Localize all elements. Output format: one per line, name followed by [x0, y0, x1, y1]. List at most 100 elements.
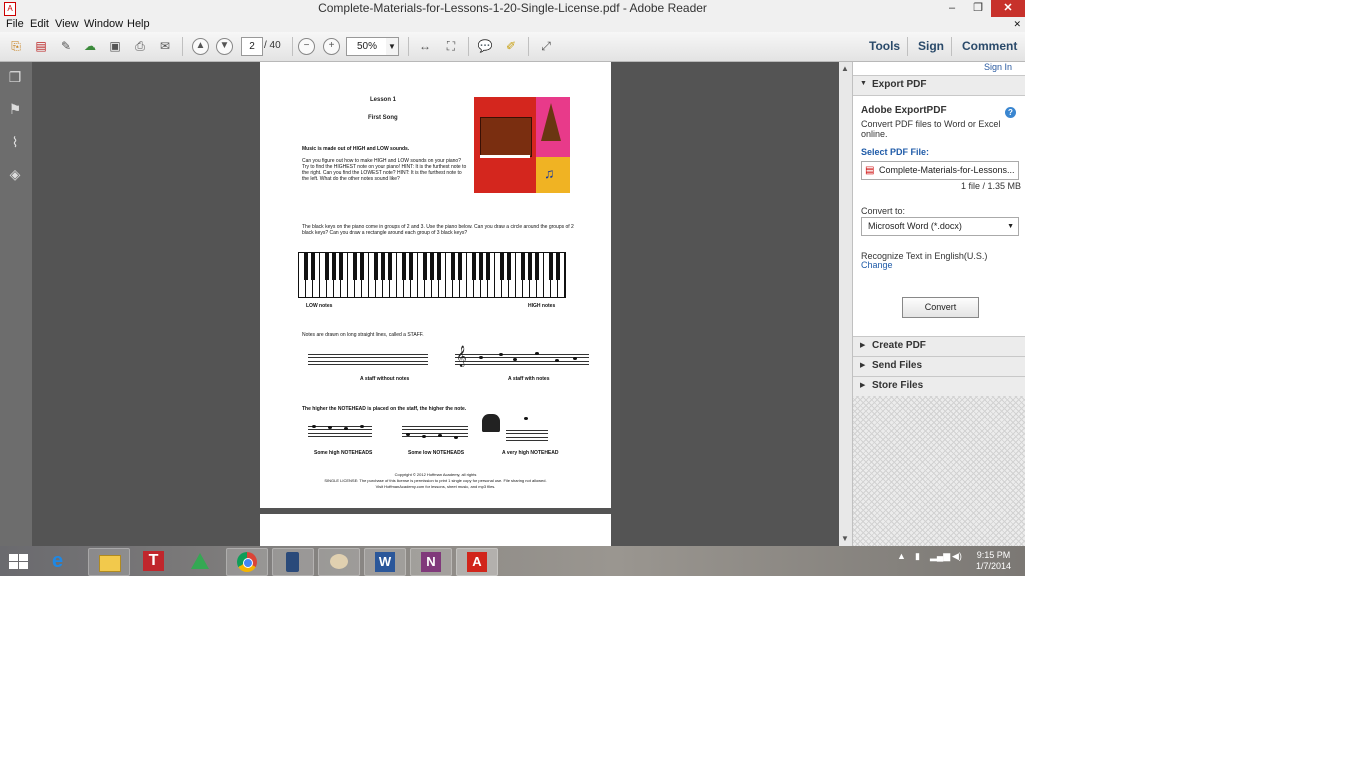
chevron-up-icon[interactable]: ▲	[897, 551, 906, 561]
file-explorer-icon[interactable]	[88, 548, 130, 576]
toolbar: ⎘ ▤ ✎ ☁ ▣ ⎙ ✉ ▲ ▼ 2 / 40 − + 50% ▼ ↔ ⛶ 💬…	[0, 32, 1025, 62]
low-notes-label: LOW notes	[306, 303, 333, 309]
menu-edit[interactable]: Edit	[30, 18, 49, 30]
network-icon[interactable]: ▂▄▆	[930, 551, 950, 562]
edit-icon[interactable]: ✎	[57, 37, 75, 55]
page-current[interactable]: 2	[241, 37, 263, 56]
pdf-page: Lesson 1 First Song ♫ Music is made out …	[260, 62, 611, 508]
toolbar-divider	[468, 37, 469, 56]
selected-file-name: Complete-Materials-for-Lessons...	[879, 165, 1015, 175]
email-icon[interactable]: ✉	[156, 37, 174, 55]
next-page-icon[interactable]: ▼	[216, 38, 233, 55]
song-title: First Song	[368, 115, 398, 121]
page-thumbnails-icon[interactable]: ❐	[6, 68, 24, 86]
send-files-label: Send Files	[872, 360, 923, 371]
menu-help[interactable]: Help	[127, 18, 150, 30]
chevron-down-icon: ▼	[1007, 223, 1014, 230]
very-high-notehead-staff	[506, 417, 548, 441]
start-windows-icon[interactable]	[9, 554, 29, 570]
selected-file-field[interactable]: ▤ Complete-Materials-for-Lessons...	[861, 161, 1019, 180]
open-pdf-icon[interactable]: ▤	[32, 37, 50, 55]
chevron-right-icon: ▶	[860, 382, 866, 389]
onenote-icon[interactable]: N	[410, 548, 452, 576]
zoom-out-icon[interactable]: −	[298, 38, 315, 55]
vertical-scrollbar[interactable]: ▲ ▼	[839, 62, 852, 546]
paint-icon[interactable]	[318, 548, 360, 576]
system-clock[interactable]: 9:15 PM 1/7/2014	[976, 550, 1011, 572]
create-pdf-label: Create PDF	[872, 340, 926, 351]
clock-date: 1/7/2014	[976, 561, 1012, 571]
chrome-icon[interactable]	[226, 548, 268, 576]
layers-icon[interactable]: ◈	[6, 165, 24, 183]
t-app-icon[interactable]: T	[134, 548, 174, 574]
scroll-up-icon[interactable]: ▲	[841, 64, 849, 73]
menu-view[interactable]: View	[55, 18, 79, 30]
internet-explorer-icon[interactable]: e	[42, 548, 82, 574]
store-files-header[interactable]: ▶ Store Files	[853, 376, 1025, 397]
convert-to-select[interactable]: Microsoft Word (*.docx) ▼	[861, 217, 1019, 236]
word-icon[interactable]: W	[364, 548, 406, 576]
restore-button[interactable]: ❐	[965, 0, 991, 17]
piano-keyboard-image	[298, 252, 566, 298]
menu-file[interactable]: File	[6, 18, 24, 30]
tools-tab[interactable]: Tools	[869, 39, 900, 53]
bookmark-icon[interactable]: ⚑	[6, 100, 24, 118]
sign-in-link[interactable]: Sign In	[984, 62, 1012, 72]
toolbar-divider	[951, 37, 952, 56]
notehead-text: The higher the NOTEHEAD is placed on the…	[302, 406, 467, 412]
export-pdf-header[interactable]: ▼ Export PDF	[853, 75, 1025, 96]
pdf-file-icon: ▤	[865, 165, 875, 176]
toolbar-divider	[292, 37, 293, 56]
zoom-level-field[interactable]: 50%	[346, 37, 388, 56]
staff-without-caption: A staff without notes	[360, 376, 410, 382]
high-noteheads-caption: Some high NOTEHEADS	[314, 450, 373, 456]
staff-with-caption: A staff with notes	[508, 376, 550, 382]
print-icon[interactable]: ⎙	[131, 37, 149, 55]
create-icon[interactable]: ⎘	[7, 37, 25, 55]
send-files-header[interactable]: ▶ Send Files	[853, 356, 1025, 377]
chevron-down-icon[interactable]: ▼	[386, 37, 399, 56]
document-view[interactable]: Lesson 1 First Song ♫ Music is made out …	[32, 62, 839, 546]
speaker-icon[interactable]: ◀)	[952, 551, 962, 562]
battery-icon[interactable]: ▮	[915, 551, 920, 562]
create-pdf-header[interactable]: ▶ Create PDF	[853, 336, 1025, 357]
close-button[interactable]: ✕	[991, 0, 1025, 17]
chevron-right-icon: ▶	[860, 342, 866, 349]
highlight-icon[interactable]: ✐	[502, 37, 520, 55]
convert-to-value: Microsoft Word (*.docx)	[868, 221, 962, 231]
low-noteheads-caption: Some low NOTEHEADS	[408, 450, 465, 456]
attachment-icon[interactable]: ⌇	[6, 133, 24, 151]
google-drive-icon[interactable]	[180, 548, 220, 574]
zoom-in-icon[interactable]: +	[323, 38, 340, 55]
save-icon[interactable]: ▣	[106, 37, 124, 55]
store-files-label: Store Files	[872, 380, 924, 391]
adobe-reader-icon[interactable]: A	[456, 548, 498, 576]
staff-with-notes: 𝄞	[455, 347, 589, 365]
fullscreen-icon[interactable]: ⤢	[537, 37, 555, 55]
help-icon[interactable]: ?	[1005, 107, 1016, 118]
comment-tab[interactable]: Comment	[962, 39, 1017, 53]
staff-text: Notes are drawn on long straight lines, …	[302, 332, 424, 338]
minimize-button[interactable]: –	[939, 0, 965, 17]
scroll-down-icon[interactable]: ▼	[841, 534, 849, 543]
high-notes-label: HIGH notes	[528, 303, 556, 309]
adobe-reader-window: A Complete-Materials-for-Lessons-1-20-Si…	[0, 0, 1025, 576]
fit-width-icon[interactable]: ↔	[416, 37, 434, 55]
export-pdf-label: Export PDF	[872, 79, 927, 90]
sticky-note-icon[interactable]: 💬	[476, 37, 494, 55]
close-document-icon[interactable]: ✕	[1013, 19, 1021, 30]
convert-button[interactable]: Convert	[902, 297, 979, 318]
piano-metronome-image: ♫	[474, 97, 570, 193]
sign-tab[interactable]: Sign	[918, 39, 944, 53]
change-language-link[interactable]: Change	[861, 260, 893, 270]
low-noteheads-staff	[402, 426, 468, 439]
select-pdf-label: Select PDF File:	[861, 147, 930, 157]
phone-app-icon[interactable]	[272, 548, 314, 576]
menu-bar: File Edit View Window Help ✕	[0, 17, 1025, 32]
cloud-upload-icon[interactable]: ☁	[81, 37, 99, 55]
previous-page-icon[interactable]: ▲	[192, 38, 209, 55]
menu-window[interactable]: Window	[84, 18, 123, 30]
fit-page-icon[interactable]: ⛶	[442, 37, 460, 55]
windows-taskbar: e T W N A ▲ ▮ ▂▄▆ ◀) 9:15 PM 1/7/2014	[0, 546, 1025, 576]
lesson-title: Lesson 1	[370, 97, 397, 103]
